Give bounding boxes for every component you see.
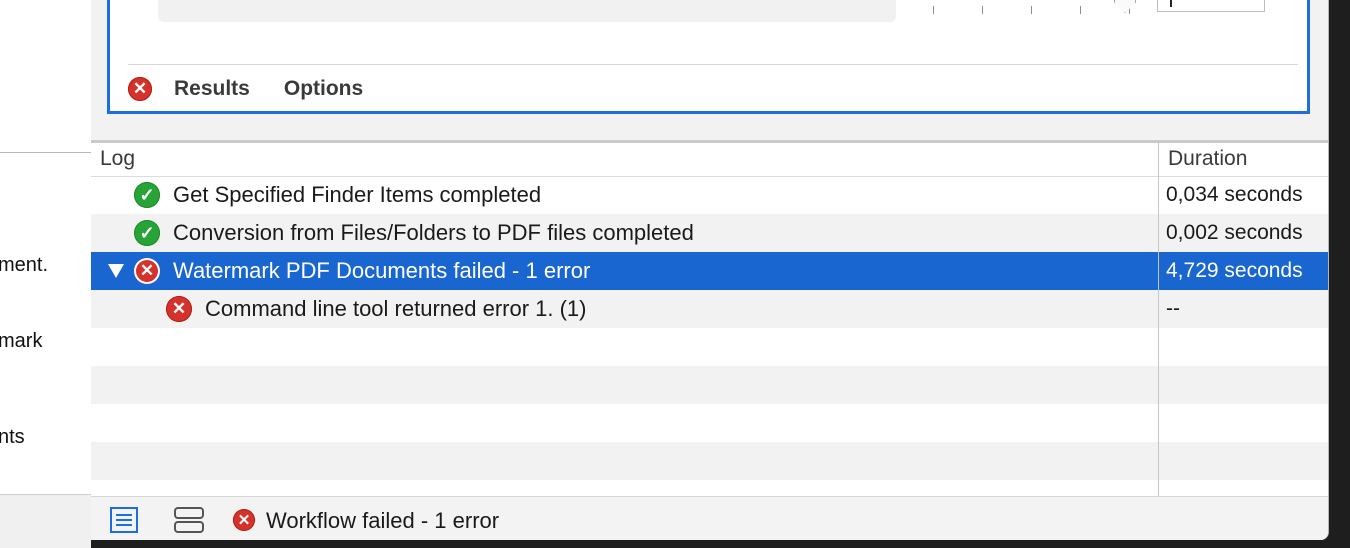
log-row-duration: 0,034 seconds <box>1166 183 1303 206</box>
slider-thumb[interactable] <box>1114 0 1136 13</box>
error-icon: ✕ <box>134 258 160 284</box>
workflow-status-message: Workflow failed - 1 error <box>266 508 500 533</box>
action-panel-tabs: ✕ Results Options <box>128 75 363 103</box>
log-column-header[interactable]: Log <box>100 147 135 171</box>
log-row[interactable]: ✓ Conversion from Files/Folders to PDF f… <box>91 214 1328 252</box>
log-row[interactable]: ✓ Get Specified Finder Items completed 0… <box>91 176 1328 214</box>
log-row-duration: 4,729 seconds <box>1166 259 1303 282</box>
split-view-icon <box>174 507 204 533</box>
list-view-icon <box>110 507 138 533</box>
log-row-duration: -- <box>1166 297 1180 320</box>
error-icon: ✕ <box>166 296 192 322</box>
success-check-icon: ✓ <box>134 220 160 246</box>
empty-row <box>91 328 1328 366</box>
disclosure-triangle-icon[interactable] <box>108 264 124 278</box>
left-pane-text-fragment: nts <box>0 426 25 448</box>
options-tab[interactable]: Options <box>284 77 363 101</box>
split-view-button[interactable] <box>174 506 204 534</box>
left-actions-pane: ment. mark nts <box>0 0 91 548</box>
log-row-text: Watermark PDF Documents failed - 1 error <box>173 258 591 283</box>
left-pane-text-fragment: ment. <box>0 254 49 276</box>
list-view-button[interactable] <box>109 506 139 534</box>
log-row-text: Get Specified Finder Items completed <box>173 182 542 207</box>
slider-tick <box>933 6 934 14</box>
slider-tick <box>1031 6 1032 14</box>
column-divider[interactable] <box>1158 143 1159 496</box>
log-row-text: Conversion from Files/Folders to PDF fil… <box>173 220 694 245</box>
log-row-text: Command line tool returned error 1. (1) <box>205 296 587 321</box>
left-pane-divider <box>0 152 91 153</box>
selected-action-panel[interactable]: ✕ Results Options <box>107 0 1310 114</box>
success-check-icon: ✓ <box>134 182 160 208</box>
empty-row <box>91 480 1328 496</box>
left-pane-text-fragment: mark <box>0 330 43 352</box>
log-table[interactable]: Log Duration ✓ Get Specified Finder Item… <box>91 143 1328 496</box>
log-row-selected[interactable]: ✕ Watermark PDF Documents failed - 1 err… <box>91 252 1328 290</box>
action-panel-separator <box>128 64 1298 65</box>
workflow-window: ✕ Results Options Log Duration ✓ Get Spe… <box>91 0 1329 540</box>
empty-row <box>91 366 1328 404</box>
action-settings-area <box>158 0 896 22</box>
slider-tick <box>1080 6 1081 14</box>
status-bar: ✕ Workflow failed - 1 error <box>91 496 1328 540</box>
log-table-header: Log Duration <box>91 143 1328 177</box>
results-tab[interactable]: Results <box>174 77 250 101</box>
value-input[interactable] <box>1157 0 1265 12</box>
error-icon: ✕ <box>128 77 152 101</box>
text-caret <box>1170 0 1172 7</box>
log-row-child[interactable]: ✕ Command line tool returned error 1. (1… <box>91 290 1328 328</box>
log-row-duration: 0,002 seconds <box>1166 221 1303 244</box>
empty-row <box>91 404 1328 442</box>
error-icon: ✕ <box>233 509 255 531</box>
duration-column-header[interactable]: Duration <box>1168 147 1247 171</box>
left-pane-bottom-bar <box>0 495 91 548</box>
empty-row <box>91 442 1328 480</box>
slider-tick <box>982 6 983 14</box>
